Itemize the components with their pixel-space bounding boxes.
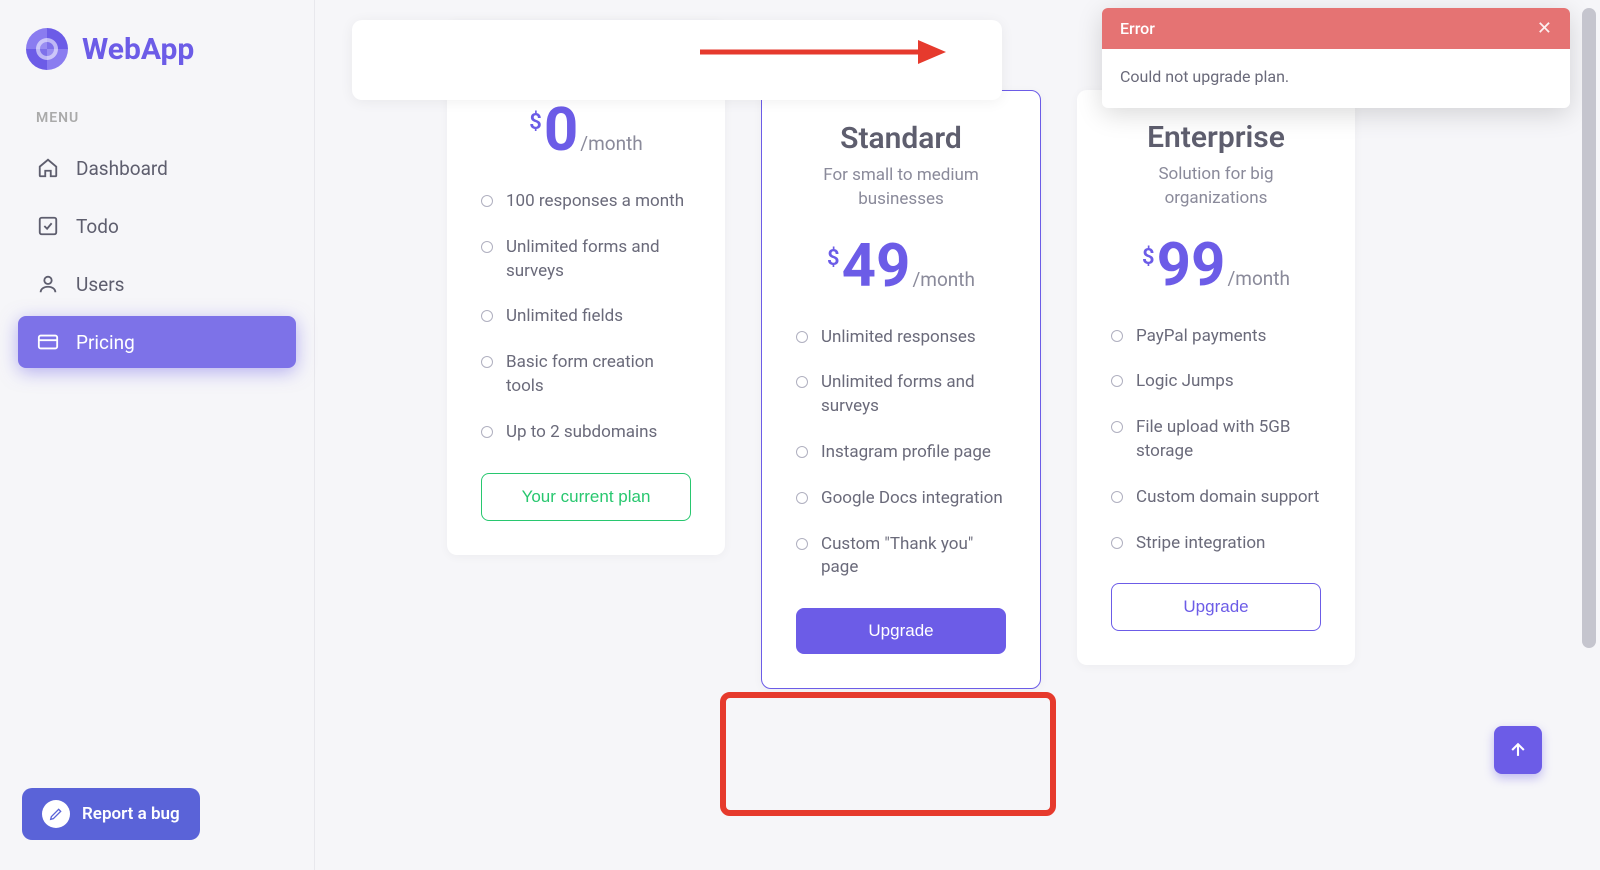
- feature-item: 100 responses a month: [481, 190, 691, 214]
- bullet-icon: [481, 356, 493, 368]
- plan-tagline: For small to medium businesses: [796, 164, 1006, 212]
- bullet-icon: [796, 331, 808, 343]
- upgrade-button[interactable]: Upgrade: [1111, 583, 1321, 631]
- bullet-icon: [481, 426, 493, 438]
- feature-item: Stripe integration: [1111, 532, 1321, 556]
- sidebar-item-label: Pricing: [76, 331, 135, 354]
- currency-symbol: $: [827, 246, 840, 271]
- top-bar: [352, 20, 1002, 100]
- feature-item: Instagram profile page: [796, 441, 1006, 465]
- plan-card-enterprise: Enterprise Solution for big organization…: [1077, 90, 1355, 665]
- toast-message: Could not upgrade plan.: [1102, 49, 1570, 108]
- bullet-icon: [1111, 491, 1123, 503]
- scroll-to-top-button[interactable]: [1494, 726, 1542, 774]
- report-bug-label: Report a bug: [82, 804, 180, 824]
- bullet-icon: [1111, 537, 1123, 549]
- main-content: A simple start for everyone $0/month 100…: [315, 0, 1600, 870]
- plan-features: Unlimited responses Unlimited forms and …: [796, 326, 1006, 581]
- home-icon: [36, 156, 60, 180]
- plan-price: $99/month: [1111, 235, 1321, 295]
- pencil-icon: [42, 800, 70, 828]
- currency-symbol: $: [529, 110, 542, 135]
- current-plan-button[interactable]: Your current plan: [481, 473, 691, 521]
- price-period: /month: [912, 268, 975, 291]
- toast-header: Error ✕: [1102, 8, 1570, 49]
- scrollbar[interactable]: [1582, 8, 1596, 648]
- report-bug-button[interactable]: Report a bug: [22, 788, 200, 840]
- toast-title: Error: [1120, 19, 1155, 38]
- upgrade-button[interactable]: Upgrade: [796, 608, 1006, 654]
- bullet-icon: [1111, 375, 1123, 387]
- feature-item: Custom "Thank you" page: [796, 533, 1006, 581]
- sidebar-item-label: Users: [76, 273, 124, 296]
- feature-item: Basic form creation tools: [481, 351, 691, 399]
- close-icon[interactable]: ✕: [1537, 18, 1552, 39]
- price-period: /month: [580, 132, 643, 155]
- user-icon: [36, 272, 60, 296]
- plan-features: 100 responses a month Unlimited forms an…: [481, 190, 691, 445]
- plan-price: $0/month: [481, 100, 691, 160]
- price-amount: 99: [1157, 229, 1226, 300]
- plan-price: $49/month: [796, 236, 1006, 296]
- sidebar-item-label: Todo: [76, 215, 119, 238]
- sidebar-item-users[interactable]: Users: [18, 258, 296, 310]
- bullet-icon: [796, 538, 808, 550]
- bullet-icon: [796, 492, 808, 504]
- price-period: /month: [1227, 267, 1290, 290]
- arrow-up-icon: [1508, 740, 1528, 760]
- sidebar-item-dashboard[interactable]: Dashboard: [18, 142, 296, 194]
- bullet-icon: [1111, 330, 1123, 342]
- sidebar: WebApp MENU Dashboard Todo Users Pricing: [0, 0, 315, 870]
- plan-card-free: A simple start for everyone $0/month 100…: [447, 20, 725, 555]
- error-toast: Error ✕ Could not upgrade plan.: [1102, 8, 1570, 108]
- feature-item: Unlimited forms and surveys: [481, 236, 691, 284]
- credit-card-icon: [36, 330, 60, 354]
- sidebar-item-todo[interactable]: Todo: [18, 200, 296, 252]
- price-amount: 0: [544, 94, 578, 165]
- price-amount: 49: [842, 230, 911, 301]
- feature-item: Unlimited responses: [796, 326, 1006, 350]
- plan-title: Enterprise: [1111, 120, 1321, 155]
- feature-item: File upload with 5GB storage: [1111, 416, 1321, 464]
- bullet-icon: [481, 195, 493, 207]
- plan-card-standard: Standard For small to medium businesses …: [761, 90, 1041, 689]
- bullet-icon: [481, 310, 493, 322]
- bullet-icon: [796, 376, 808, 388]
- bullet-icon: [1111, 421, 1123, 433]
- plan-title: Standard: [796, 121, 1006, 156]
- feature-item: Unlimited fields: [481, 305, 691, 329]
- sidebar-item-pricing[interactable]: Pricing: [18, 316, 296, 368]
- feature-item: Custom domain support: [1111, 486, 1321, 510]
- feature-item: Google Docs integration: [796, 487, 1006, 511]
- currency-symbol: $: [1142, 245, 1155, 270]
- feature-item: Up to 2 subdomains: [481, 421, 691, 445]
- bullet-icon: [481, 241, 493, 253]
- logo[interactable]: WebApp: [18, 28, 296, 70]
- feature-item: Logic Jumps: [1111, 370, 1321, 394]
- feature-item: PayPal payments: [1111, 325, 1321, 349]
- sidebar-item-label: Dashboard: [76, 157, 168, 180]
- bullet-icon: [796, 446, 808, 458]
- app-name: WebApp: [82, 32, 194, 67]
- logo-icon: [26, 28, 68, 70]
- plan-tagline: Solution for big organizations: [1111, 163, 1321, 211]
- pricing-plans: A simple start for everyone $0/month 100…: [315, 0, 1600, 729]
- menu-label: MENU: [18, 110, 296, 126]
- check-square-icon: [36, 214, 60, 238]
- plan-features: PayPal payments Logic Jumps File upload …: [1111, 325, 1321, 556]
- feature-item: Unlimited forms and surveys: [796, 371, 1006, 419]
